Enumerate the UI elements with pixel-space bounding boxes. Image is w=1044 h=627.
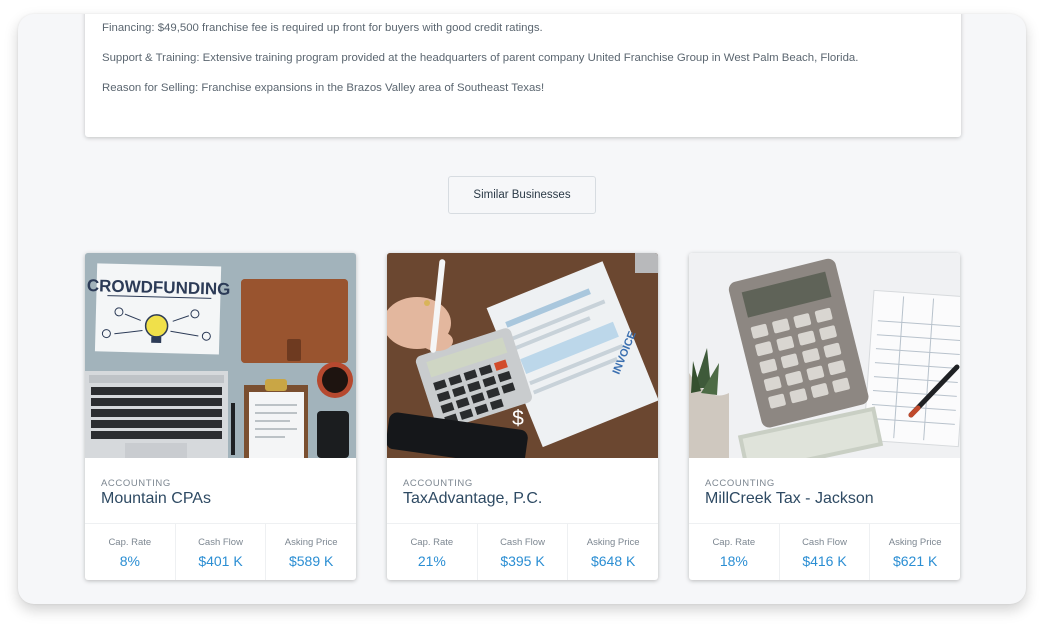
stat-value: $401 K	[198, 553, 243, 569]
listing-name[interactable]: TaxAdvantage, P.C.	[403, 490, 542, 508]
cap-rate-stat: Cap. Rate 21%	[387, 524, 477, 580]
listing-name[interactable]: MillCreek Tax - Jackson	[705, 490, 874, 508]
similar-businesses-button[interactable]: Similar Businesses	[448, 176, 596, 214]
stat-label: Asking Price	[586, 537, 640, 548]
business-description-card: Financing: $49,500 franchise fee is requ…	[85, 14, 961, 137]
dollar-overlay-icon: $	[512, 407, 524, 430]
listing-stats: Cap. Rate 18% Cash Flow $416 K Asking Pr…	[689, 523, 960, 580]
cash-flow-stat: Cash Flow $416 K	[778, 524, 870, 580]
stat-value: $621 K	[892, 553, 938, 569]
listing-category: ACCOUNTING	[101, 478, 171, 489]
listing-name[interactable]: Mountain CPAs	[101, 490, 211, 508]
support-training-text: Support & Training: Extensive training p…	[102, 52, 859, 64]
listing-stats: Cap. Rate 8% Cash Flow $401 K Asking Pri…	[85, 523, 356, 580]
asking-price-stat: Asking Price $621 K	[869, 524, 960, 580]
stat-value: 21%	[417, 553, 446, 569]
stat-label: Asking Price	[888, 537, 942, 548]
cap-rate-stat: Cap. Rate 18%	[689, 524, 779, 580]
cap-rate-stat: Cap. Rate 8%	[85, 524, 175, 580]
stat-value: $589 K	[288, 553, 334, 569]
stat-label: Cap. Rate	[108, 537, 152, 548]
listing-image	[689, 253, 960, 458]
asking-price-stat: Asking Price $589 K	[265, 524, 356, 580]
stat-label: Cash Flow	[802, 537, 847, 548]
stat-label: Cap. Rate	[712, 537, 756, 548]
listing-card-mountain-cpas[interactable]: CROWDFUNDING ACCOUNTING Mountain CPAs Ca…	[85, 253, 356, 580]
listing-category: ACCOUNTING	[705, 478, 775, 489]
listing-card-millcreek-tax[interactable]: ACCOUNTING MillCreek Tax - Jackson Cap. …	[689, 253, 960, 580]
stat-label: Cash Flow	[198, 537, 243, 548]
stat-label: Asking Price	[284, 537, 338, 548]
listing-image: CROWDFUNDING	[85, 253, 356, 458]
cash-flow-stat: Cash Flow $395 K	[476, 524, 568, 580]
stat-value: 8%	[119, 553, 140, 569]
stat-value: 18%	[719, 553, 748, 569]
stat-value: $416 K	[802, 553, 847, 569]
listing-image: INVOICE $	[387, 253, 658, 458]
page-frame: Financing: $49,500 franchise fee is requ…	[18, 14, 1026, 604]
listing-category: ACCOUNTING	[403, 478, 473, 489]
stat-value: $648 K	[590, 553, 636, 569]
listing-card-taxadvantage[interactable]: INVOICE $ ACCOUNTING TaxAdvantage, P.C. …	[387, 253, 658, 580]
cash-flow-stat: Cash Flow $401 K	[174, 524, 266, 580]
financing-text: Financing: $49,500 franchise fee is requ…	[102, 22, 543, 34]
stat-value: $395 K	[500, 553, 545, 569]
stat-label: Cash Flow	[500, 537, 545, 548]
reason-for-selling-text: Reason for Selling: Franchise expansions…	[102, 82, 545, 94]
asking-price-stat: Asking Price $648 K	[567, 524, 658, 580]
stat-label: Cap. Rate	[410, 537, 454, 548]
listing-stats: Cap. Rate 21% Cash Flow $395 K Asking Pr…	[387, 523, 658, 580]
